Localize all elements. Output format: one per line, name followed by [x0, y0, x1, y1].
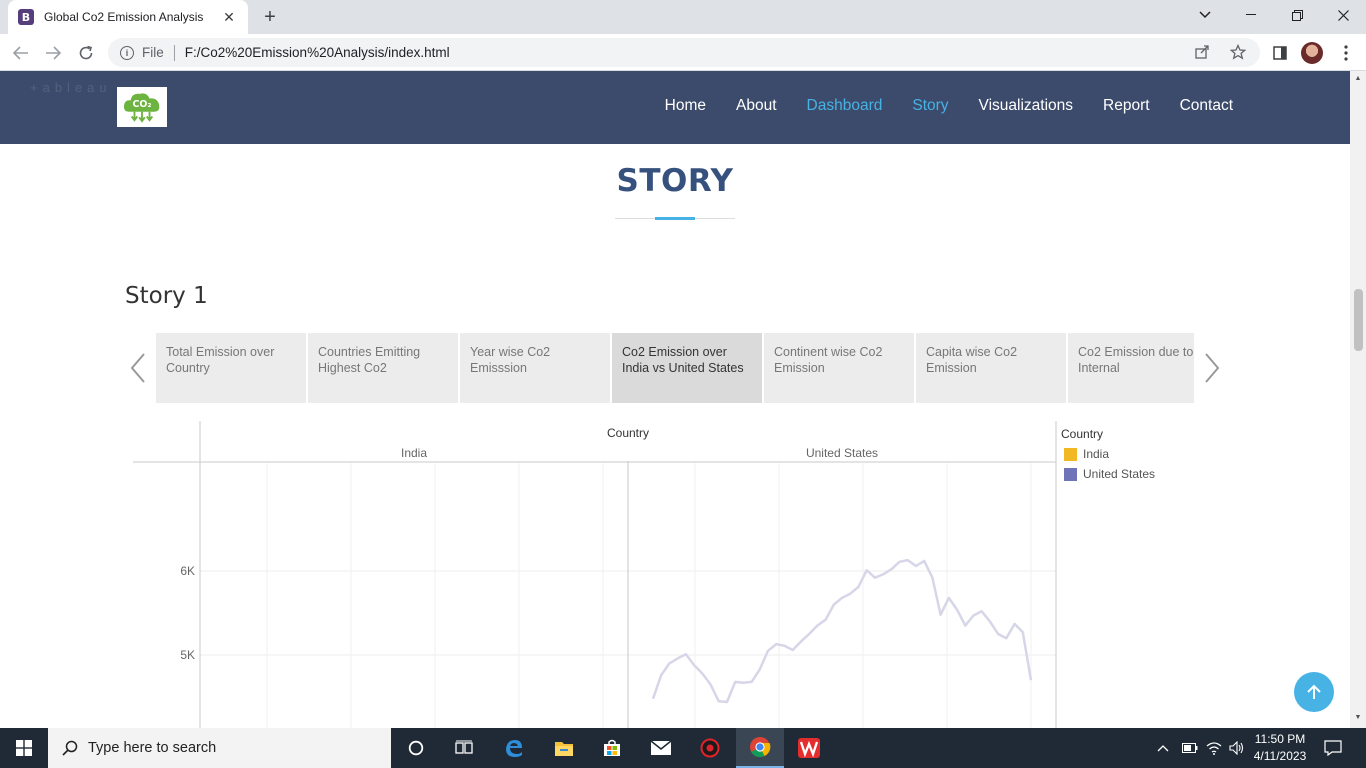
- window-close-icon[interactable]: [1320, 0, 1366, 30]
- tab-search-chevron-icon[interactable]: [1182, 0, 1228, 30]
- story-tab-capita-wise[interactable]: Capita wise Co2 Emission: [916, 333, 1066, 403]
- nav-report[interactable]: Report: [1103, 97, 1150, 115]
- story-tab-india-vs-us[interactable]: Co2 Emission over India vs United States: [612, 333, 762, 403]
- bookmark-star-icon[interactable]: [1229, 43, 1247, 63]
- page-scrollbar[interactable]: ▲ ▼: [1350, 71, 1366, 728]
- page-viewport: +ableau CO₂ Home About Dashboard Story V…: [0, 71, 1350, 728]
- browser-tab-strip: B Global Co2 Emission Analysis ✕ +: [0, 0, 1366, 34]
- story-tab-internal[interactable]: Co2 Emission due to Internal: [1068, 333, 1194, 403]
- clock-time: 11:50 PM: [1254, 732, 1306, 746]
- omnibox-divider: [173, 44, 175, 61]
- search-icon: [62, 740, 78, 756]
- browser-tab[interactable]: B Global Co2 Emission Analysis ✕: [8, 0, 248, 34]
- battery-icon[interactable]: [1182, 728, 1198, 768]
- arrow-up-icon: [1307, 684, 1321, 699]
- forward-arrow-icon[interactable]: [40, 40, 66, 66]
- reload-icon[interactable]: [73, 40, 99, 66]
- windows-taskbar: Type here to search 11:50 PM 4/11/2023: [0, 728, 1366, 768]
- nav-about[interactable]: About: [736, 97, 777, 115]
- bootstrap-favicon-icon: B: [18, 9, 34, 25]
- tableau-toolbar-ghost: +ableau: [30, 80, 112, 95]
- security-app-icon[interactable]: [686, 728, 734, 768]
- restore-icon[interactable]: [1274, 0, 1320, 30]
- panel-label-india: India: [401, 446, 427, 460]
- side-panel-icon[interactable]: [1267, 40, 1293, 66]
- back-to-top-button[interactable]: [1294, 672, 1334, 712]
- story-next-chevron-icon[interactable]: [1202, 351, 1222, 385]
- tab-title: Global Co2 Emission Analysis: [44, 10, 204, 24]
- edge-icon[interactable]: [490, 728, 538, 768]
- site-info-icon[interactable]: i: [120, 45, 134, 60]
- co2-line-chart: Country India United States 6K5K4K: [133, 421, 1057, 728]
- address-bar[interactable]: i File F:/Co2%20Emission%20Analysis/inde…: [108, 38, 1260, 67]
- title-accent-bar: [655, 217, 695, 220]
- story-prev-chevron-icon[interactable]: [128, 351, 148, 385]
- chrome-taskbar-icon[interactable]: [736, 728, 784, 768]
- story-tab-continent-wise[interactable]: Continent wise Co2 Emission: [764, 333, 914, 403]
- new-tab-plus-icon[interactable]: +: [258, 5, 282, 29]
- legend-label-india: India: [1083, 447, 1110, 461]
- address-toolbar: i File F:/Co2%20Emission%20Analysis/inde…: [0, 34, 1366, 71]
- close-tab-icon[interactable]: ✕: [220, 9, 238, 26]
- chrome-menu-icon[interactable]: [1333, 40, 1359, 66]
- legend-item-united-states[interactable]: United States: [1064, 467, 1155, 481]
- minimize-icon[interactable]: [1228, 0, 1274, 30]
- notifications-icon[interactable]: [1324, 728, 1342, 768]
- taskbar-clock[interactable]: 11:50 PM 4/11/2023: [1240, 731, 1320, 765]
- scroll-up-arrow-icon[interactable]: ▲: [1354, 75, 1362, 82]
- panel-label-united-states: United States: [806, 446, 878, 460]
- site-header: +ableau CO₂ Home About Dashboard Story V…: [0, 71, 1350, 144]
- story-points-bar: Total Emission over Country Countries Em…: [156, 333, 1194, 403]
- back-arrow-icon[interactable]: [8, 40, 34, 66]
- logo-text: CO₂: [132, 99, 151, 110]
- story-tab-year-wise[interactable]: Year wise Co2 Emisssion: [460, 333, 610, 403]
- wifi-icon[interactable]: [1206, 728, 1222, 768]
- taskbar-search-box[interactable]: Type here to search: [48, 728, 391, 768]
- column-header: Country: [607, 426, 649, 440]
- y-tick-label: 5K: [180, 648, 195, 662]
- story-tab-total-emission[interactable]: Total Emission over Country: [156, 333, 306, 403]
- nav-home[interactable]: Home: [665, 97, 706, 115]
- clock-date: 4/11/2023: [1253, 749, 1307, 763]
- scroll-thumb[interactable]: [1354, 289, 1363, 351]
- series-line-united-states[interactable]: [651, 558, 1033, 704]
- nav-story[interactable]: Story: [912, 97, 948, 115]
- file-scheme-label: File: [142, 45, 164, 60]
- scroll-down-arrow-icon[interactable]: ▼: [1354, 714, 1362, 721]
- nav-visualizations[interactable]: Visualizations: [979, 97, 1074, 115]
- co2-logo[interactable]: CO₂: [117, 87, 167, 127]
- y-tick-label: 6K: [180, 564, 195, 578]
- url-text[interactable]: F:/Co2%20Emission%20Analysis/index.html: [185, 45, 450, 60]
- nav-contact[interactable]: Contact: [1180, 97, 1233, 115]
- legend-swatch-united-states: [1064, 467, 1077, 481]
- legend-swatch-india: [1064, 447, 1077, 461]
- nav-dashboard[interactable]: Dashboard: [807, 97, 883, 115]
- section-title: STORY: [616, 163, 734, 199]
- wps-office-icon[interactable]: [785, 728, 833, 768]
- legend-label-united-states: United States: [1083, 467, 1156, 481]
- file-explorer-icon[interactable]: [540, 728, 588, 768]
- mail-icon[interactable]: [637, 728, 685, 768]
- windows-start-icon[interactable]: [0, 728, 48, 768]
- legend-title: Country: [1061, 427, 1104, 441]
- profile-avatar[interactable]: [1301, 42, 1323, 64]
- story-heading: Story 1: [125, 283, 208, 309]
- main-nav: Home About Dashboard Story Visualization…: [665, 97, 1233, 115]
- cortana-icon[interactable]: [392, 728, 440, 768]
- microsoft-store-icon[interactable]: [588, 728, 636, 768]
- search-placeholder: Type here to search: [88, 740, 217, 756]
- share-icon[interactable]: [1195, 44, 1210, 63]
- task-view-icon[interactable]: [440, 728, 488, 768]
- story-tab-highest-co2[interactable]: Countries Emitting Highest Co2: [308, 333, 458, 403]
- legend-item-india[interactable]: India: [1064, 447, 1109, 461]
- show-hidden-icons-chevron-icon[interactable]: [1157, 728, 1169, 768]
